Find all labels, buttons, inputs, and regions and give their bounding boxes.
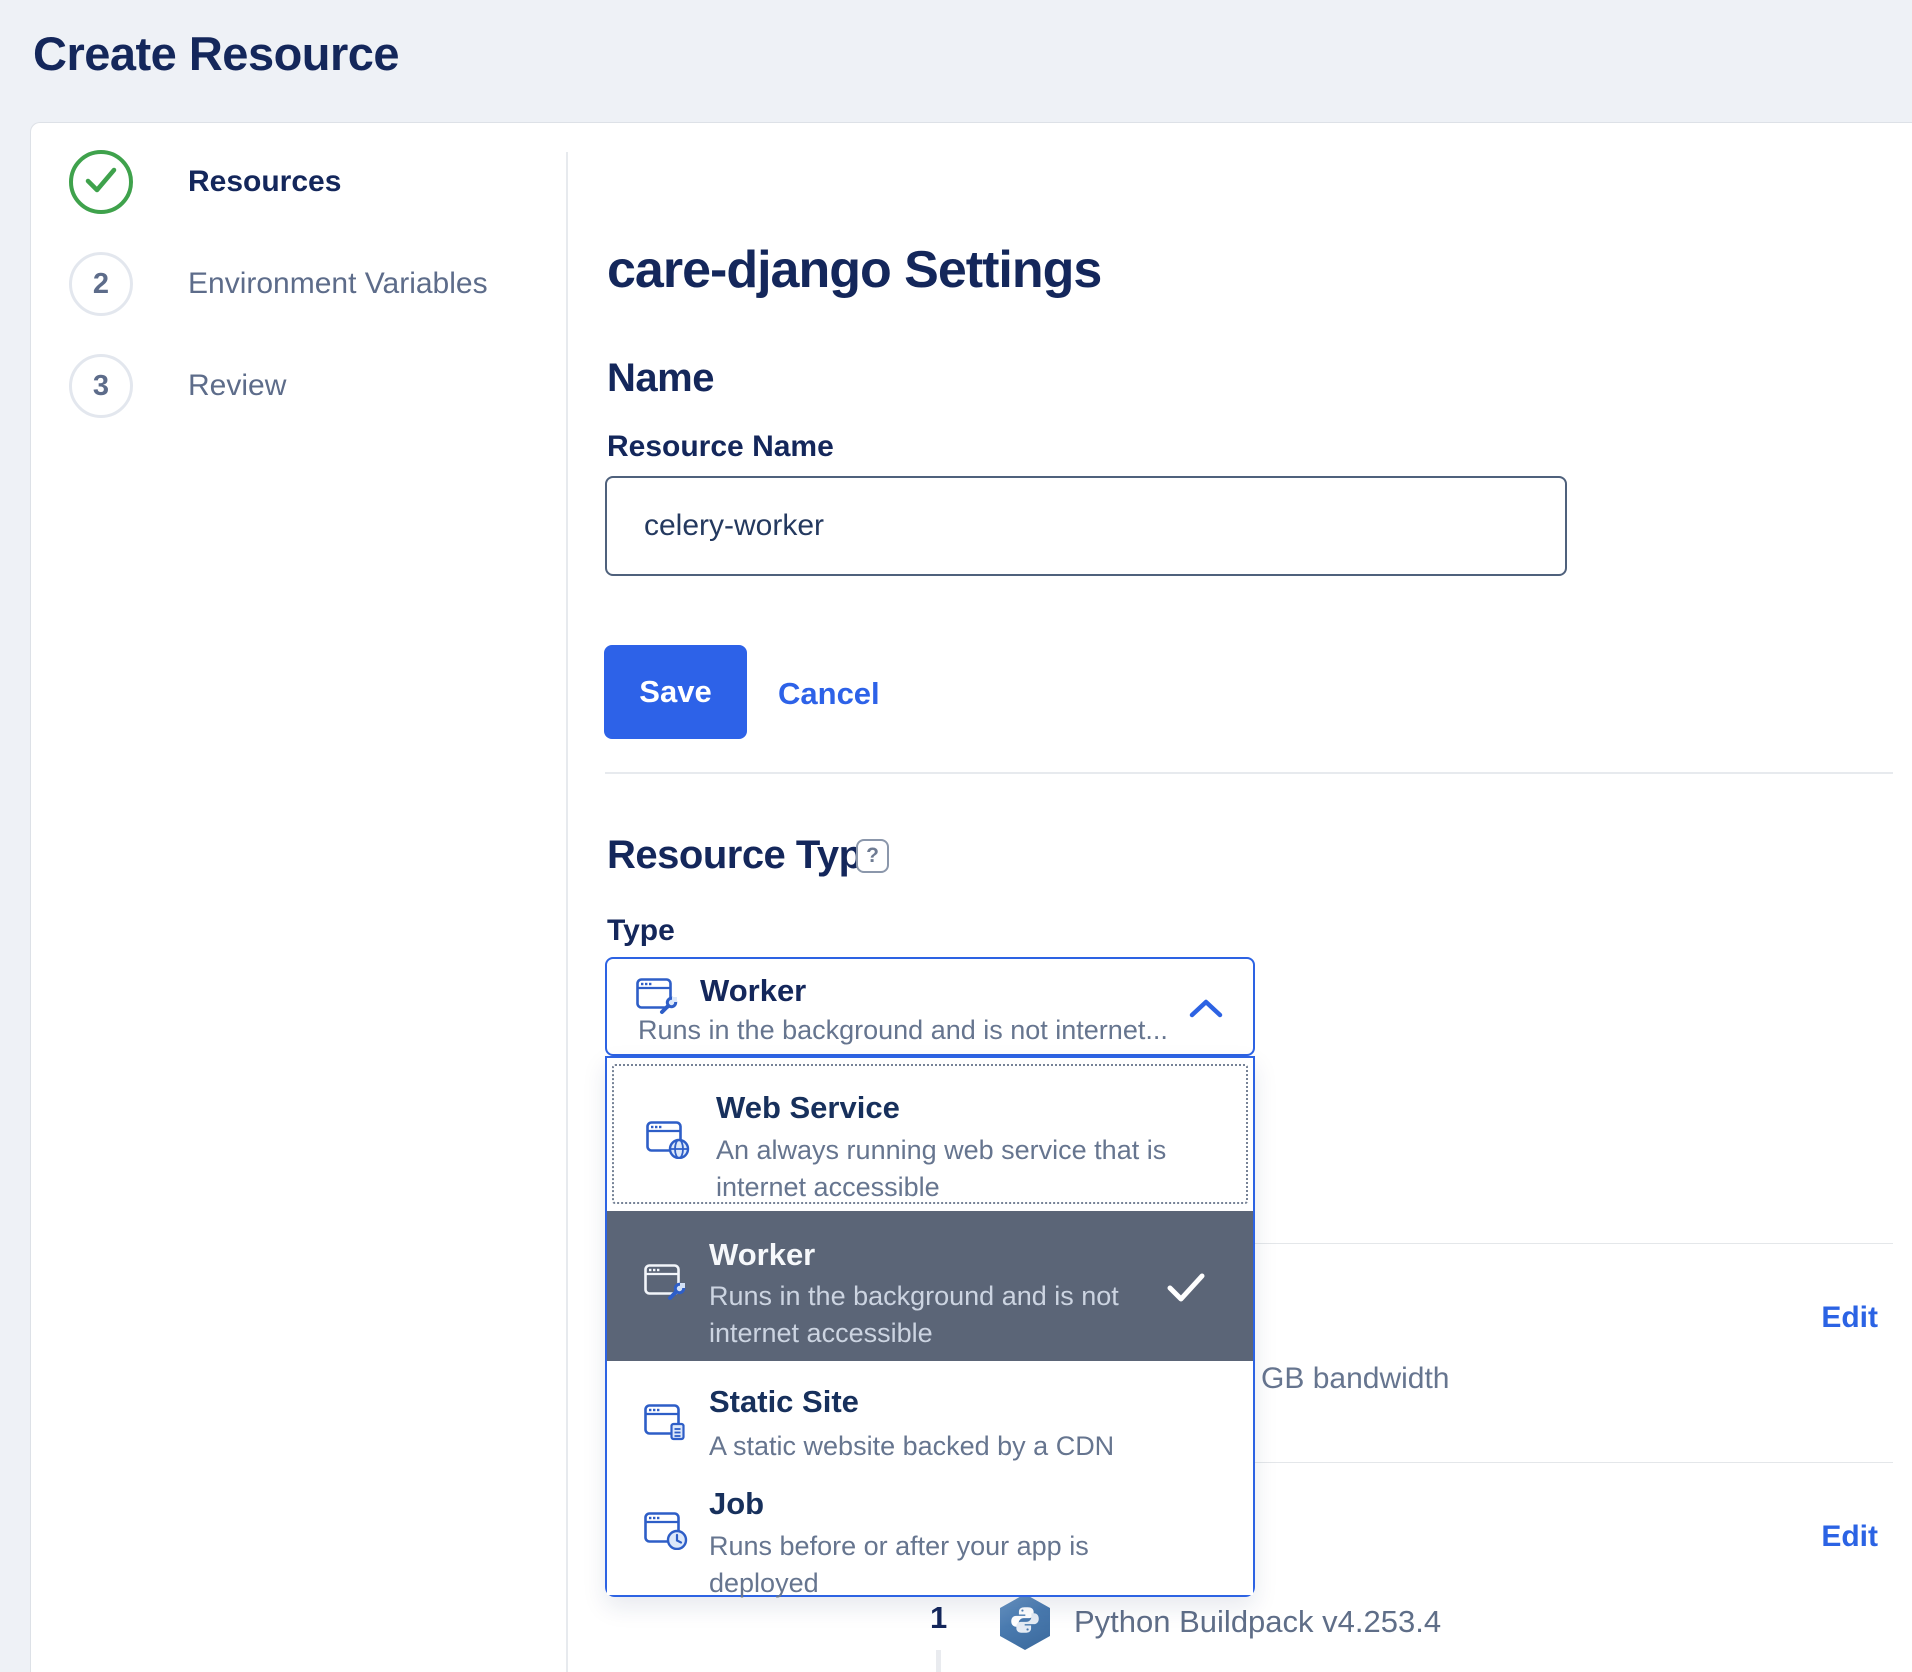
option-label: Static Site: [709, 1384, 859, 1420]
python-logo-icon: [1009, 1604, 1041, 1641]
sidebar-item-label: Review: [188, 369, 286, 403]
settings-heading: care-django Settings: [607, 240, 1101, 300]
job-icon: [644, 1512, 688, 1555]
bandwidth-text: 0 GB bandwidth: [1236, 1362, 1449, 1396]
type-option-job[interactable]: Job Runs before or after your app is dep…: [607, 1484, 1253, 1595]
option-label: Job: [709, 1486, 764, 1522]
option-description: Runs in the background and is not intern…: [709, 1278, 1119, 1352]
resource-name-label: Resource Name: [607, 430, 834, 464]
selected-type-description: Runs in the background and is not intern…: [638, 1015, 1168, 1046]
option-description: A static website backed by a CDN: [709, 1428, 1114, 1465]
sidebar-item-environment-variables[interactable]: 2 Environment Variables: [69, 252, 488, 316]
web-service-icon: [646, 1121, 690, 1164]
create-resource-screen: Create Resource Resources 2 Environment …: [0, 0, 1912, 1672]
option-description: An always running web service that is in…: [716, 1132, 1166, 1206]
option-label: Web Service: [716, 1090, 900, 1126]
resource-name-input[interactable]: [605, 476, 1567, 576]
plan-edit-link[interactable]: Edit: [1821, 1301, 1878, 1335]
type-option-static-site[interactable]: Static Site A static website backed by a…: [607, 1368, 1253, 1484]
worker-icon: [644, 1264, 688, 1307]
option-description: Runs before or after your app is deploye…: [709, 1528, 1089, 1602]
step-number-circle: 3: [69, 354, 133, 418]
buildpack-connector-line: [936, 1650, 941, 1672]
section-divider: [605, 772, 1893, 774]
type-option-web-service[interactable]: Web Service An always running web servic…: [612, 1064, 1248, 1204]
save-button[interactable]: Save: [604, 645, 747, 739]
sidebar-divider: [566, 152, 568, 1672]
selected-type-label: Worker: [700, 973, 806, 1009]
buildpack-name: Python Buildpack v4.253.4: [1074, 1604, 1441, 1640]
help-icon[interactable]: ?: [856, 839, 889, 873]
type-label: Type: [607, 914, 675, 948]
type-option-worker-selected[interactable]: Worker Runs in the background and is not…: [607, 1211, 1253, 1361]
option-label: Worker: [709, 1237, 815, 1273]
sidebar-item-label: Environment Variables: [188, 267, 488, 301]
sidebar-item-review[interactable]: 3 Review: [69, 354, 286, 418]
sidebar-item-resources[interactable]: Resources: [69, 150, 341, 214]
resource-type-heading: Resource Type: [607, 833, 884, 878]
step-number: 3: [93, 370, 109, 403]
check-icon: [83, 165, 119, 200]
page-title: Create Resource: [33, 26, 399, 81]
chevron-up-icon: [1189, 999, 1223, 1023]
step-number-circle: 2: [69, 252, 133, 316]
buildpack-index: 1: [930, 1600, 947, 1636]
sidebar-item-label: Resources: [188, 165, 341, 199]
static-site-icon: [644, 1404, 688, 1447]
step-number: 2: [93, 268, 109, 301]
type-select-trigger[interactable]: Worker Runs in the background and is not…: [605, 957, 1255, 1056]
name-section-heading: Name: [607, 356, 714, 401]
type-select-menu: Web Service An always running web servic…: [605, 1056, 1255, 1597]
selected-check-icon: [1167, 1273, 1205, 1307]
build-edit-link[interactable]: Edit: [1821, 1520, 1878, 1554]
cancel-button[interactable]: Cancel: [778, 676, 880, 712]
step-complete-circle: [69, 150, 133, 214]
